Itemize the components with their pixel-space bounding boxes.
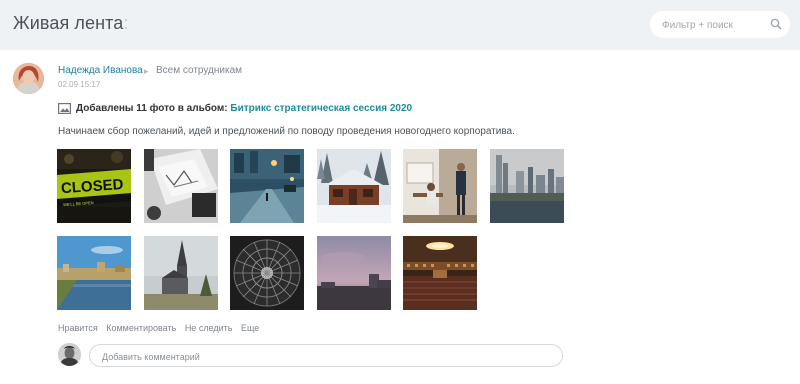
page-title-text: Живая лента bbox=[13, 13, 124, 33]
church-photo[interactable] bbox=[144, 236, 218, 310]
papers-desk-photo[interactable] bbox=[144, 149, 218, 223]
post-actions: Нравится Комментировать Не следить Еще bbox=[58, 323, 265, 333]
office-people-photo[interactable] bbox=[403, 149, 477, 223]
post-recipients[interactable]: Всем сотрудникам bbox=[156, 65, 242, 76]
page-title: Живая лента: bbox=[13, 13, 129, 34]
unfollow-link[interactable]: Не следить bbox=[185, 323, 233, 333]
dusk-buildings-photo[interactable] bbox=[317, 236, 391, 310]
snow-cabin-photo[interactable] bbox=[317, 149, 391, 223]
street-night-photo[interactable] bbox=[230, 149, 304, 223]
like-link[interactable]: Нравится bbox=[58, 323, 98, 333]
album-announcement: Добавлены 11 фото в альбом: Битрикс стра… bbox=[58, 103, 412, 117]
post-text: Начинаем сбор пожеланий, идей и предложе… bbox=[58, 126, 515, 137]
post-datetime[interactable]: 02.09 15:17 bbox=[58, 80, 100, 89]
dome-ceiling-photo[interactable] bbox=[230, 236, 304, 310]
comment-input[interactable] bbox=[100, 348, 544, 365]
author-avatar[interactable] bbox=[13, 63, 44, 94]
album-link[interactable]: Битрикс стратегическая сессия 2020 bbox=[230, 103, 412, 114]
city-skyline-photo[interactable] bbox=[490, 149, 564, 223]
more-link[interactable]: Еще bbox=[241, 323, 259, 333]
title-separator: : bbox=[123, 13, 129, 33]
album-prefix: Добавлены 11 фото в альбом: bbox=[76, 103, 228, 115]
chevron-right-icon: ▸ bbox=[144, 66, 149, 76]
filter-search-input[interactable] bbox=[660, 15, 769, 36]
current-user-avatar[interactable] bbox=[58, 343, 81, 366]
comment-link[interactable]: Комментировать bbox=[106, 323, 176, 333]
concert-hall-photo[interactable] bbox=[403, 236, 477, 310]
closed-sign-photo[interactable]: CLOSED WE'LL BE OPEN bbox=[57, 149, 131, 223]
filter-search-box[interactable] bbox=[650, 11, 790, 38]
author-name[interactable]: Надежда Иванова bbox=[58, 65, 143, 76]
comment-box[interactable] bbox=[89, 344, 563, 367]
search-icon[interactable] bbox=[770, 18, 782, 30]
river-town-photo[interactable] bbox=[57, 236, 131, 310]
image-icon bbox=[58, 103, 71, 114]
top-header: Живая лента: bbox=[0, 0, 800, 50]
